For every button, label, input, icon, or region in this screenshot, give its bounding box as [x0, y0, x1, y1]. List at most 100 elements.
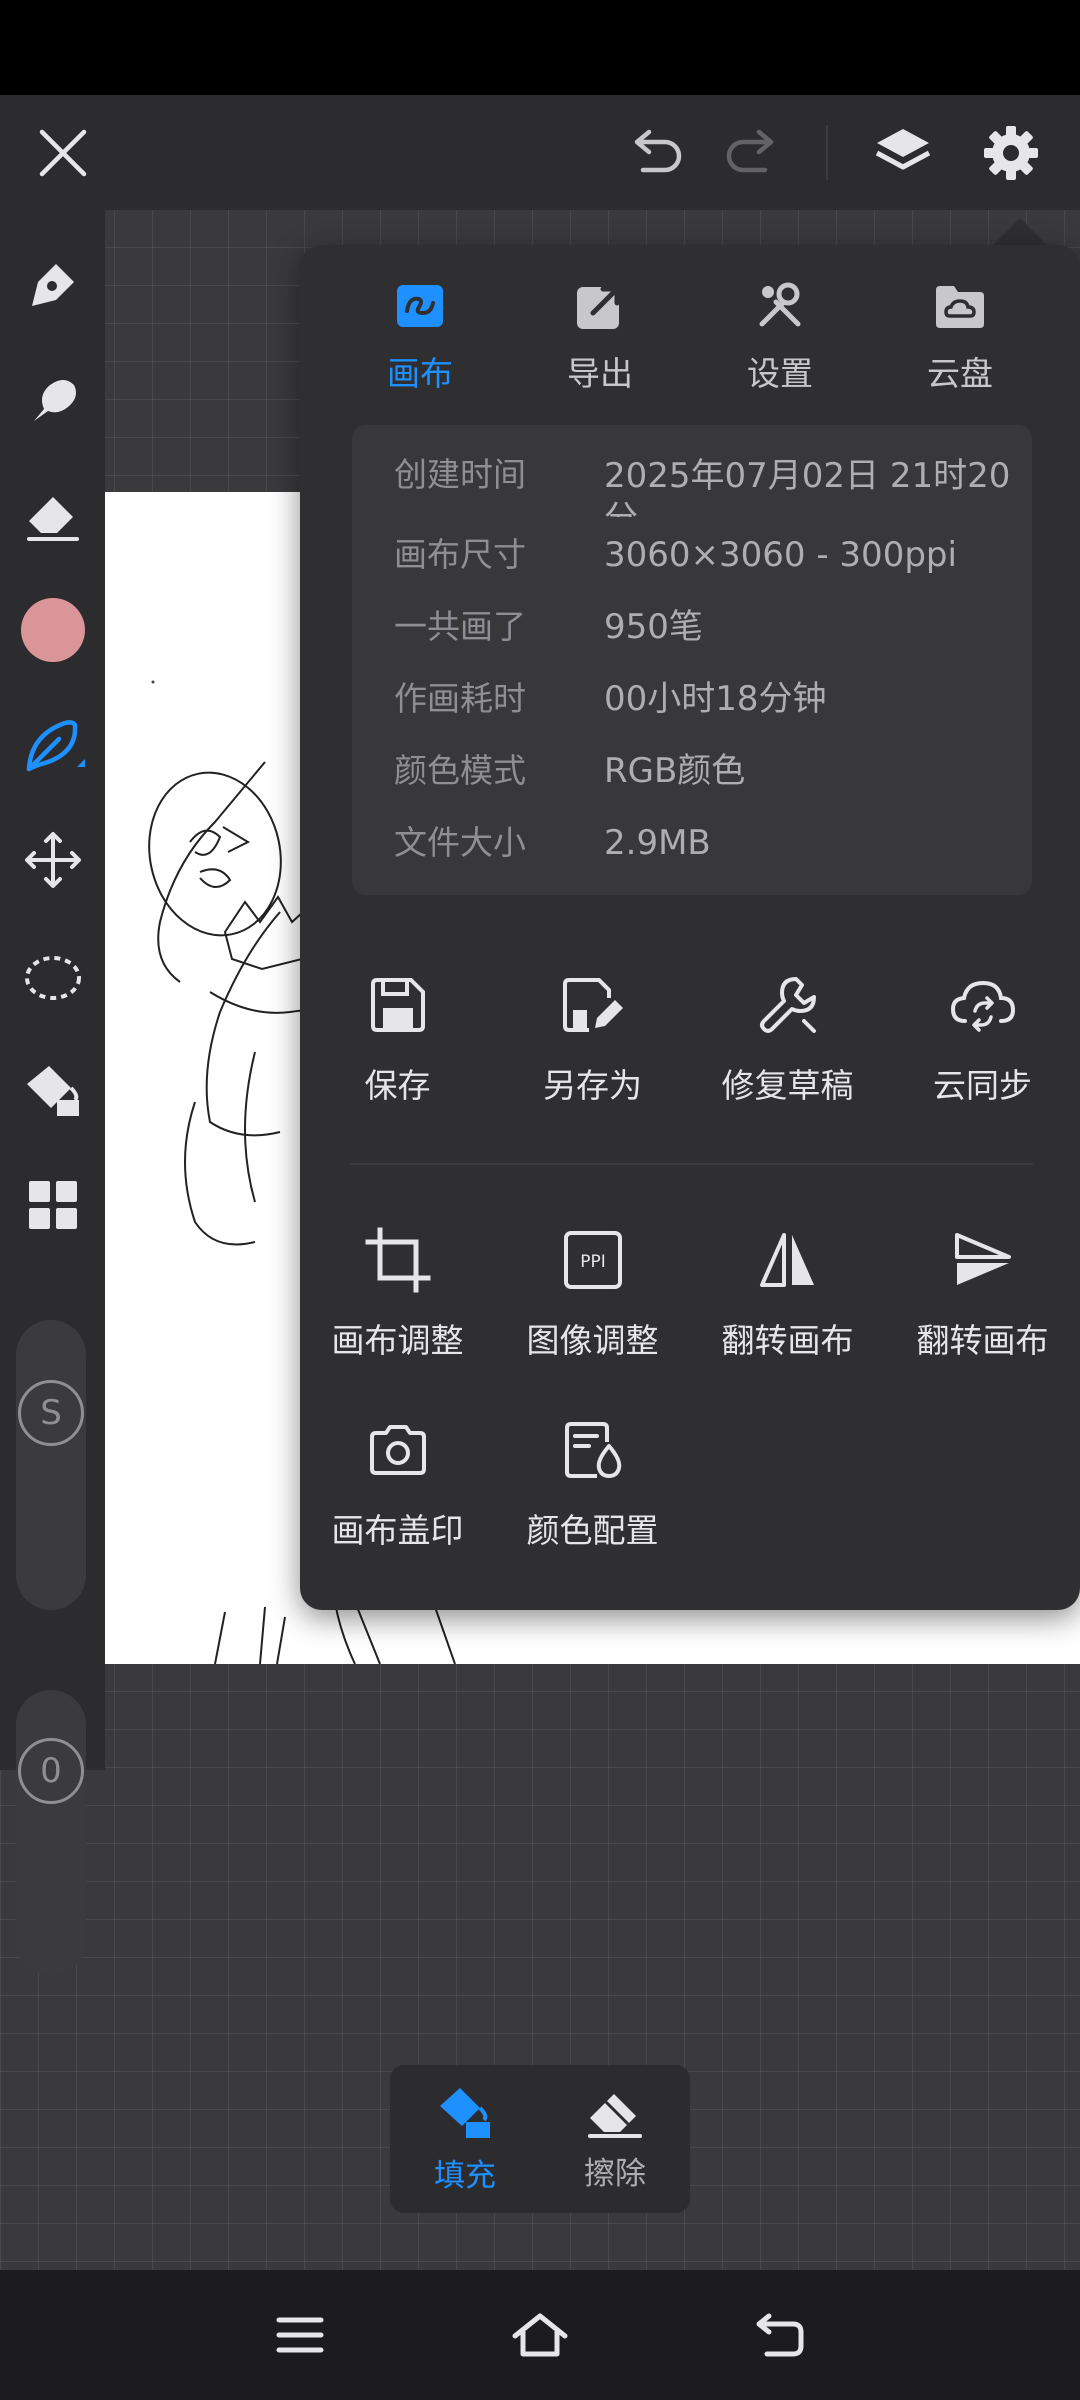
more-tools[interactable]	[0, 1155, 105, 1255]
home-icon	[512, 2313, 568, 2357]
settings-button[interactable]	[956, 95, 1066, 210]
tools-icon	[759, 282, 801, 327]
info-row-strokes: 一共画了 950笔	[394, 607, 1024, 679]
camera-icon	[369, 1425, 426, 1475]
back-icon	[756, 2313, 804, 2357]
flip-vertical-button[interactable]: 翻转画布	[885, 1220, 1080, 1370]
color-config-icon	[564, 1422, 621, 1478]
brush-size-label: S	[40, 1393, 62, 1433]
ppi-icon-text: PPI	[580, 1252, 606, 1272]
save-as-button[interactable]: 另存为	[495, 965, 690, 1115]
crop-icon	[365, 1227, 430, 1293]
fill-mode-button[interactable]: 填充	[390, 2065, 540, 2213]
flip-horizontal-label: 翻转画布	[721, 1321, 854, 1360]
color-config-label: 颜色配置	[526, 1511, 659, 1550]
opacity-knob[interactable]: 0	[18, 1738, 84, 1804]
cloud-sync-label: 云同步	[933, 1066, 1032, 1105]
brush-tool[interactable]	[0, 695, 105, 795]
info-value: 00小时18分钟	[604, 679, 827, 719]
left-toolbar: S 0	[0, 210, 105, 1975]
info-row-time: 作画耗时 00小时18分钟	[394, 679, 1024, 751]
brush-size-slider[interactable]	[16, 1320, 86, 1610]
top-bar	[0, 95, 1080, 210]
erase-mode-label: 擦除	[584, 2155, 646, 2192]
canvas-adjust-button[interactable]: 画布调整	[300, 1220, 495, 1370]
smudge-tool[interactable]	[0, 350, 105, 450]
color-picker[interactable]	[0, 580, 105, 680]
opacity-slider[interactable]	[16, 1690, 86, 1975]
current-color-swatch	[20, 598, 85, 662]
nav-home-button[interactable]	[475, 2270, 605, 2400]
topbar-divider	[826, 125, 828, 180]
repair-draft-button[interactable]: 修复草稿	[690, 965, 885, 1115]
undo-icon	[634, 129, 682, 172]
export-icon	[577, 286, 620, 329]
repair-draft-label: 修复草稿	[721, 1066, 854, 1105]
info-row-created: 创建时间 2025年07月02日 21时20分	[394, 455, 1024, 527]
canvas-stamp-button[interactable]: 画布盖印	[300, 1410, 495, 1560]
opacity-label: 0	[40, 1751, 62, 1791]
tab-export-label: 导出	[567, 354, 633, 393]
eraser-icon	[26, 497, 79, 541]
tab-cloud-drive[interactable]: 云盘	[875, 275, 1045, 395]
fill-tool[interactable]	[0, 1040, 105, 1140]
info-row-file-size: 文件大小 2.9MB	[394, 823, 1024, 895]
save-button[interactable]: 保存	[300, 965, 495, 1115]
erase-mode-button[interactable]: 擦除	[540, 2065, 690, 2213]
fill-mode-label: 填充	[434, 2157, 496, 2194]
info-key: 颜色模式	[394, 751, 526, 790]
tab-canvas[interactable]: 画布	[335, 275, 505, 395]
transform-tool[interactable]	[0, 810, 105, 910]
layers-icon	[875, 128, 931, 169]
info-key: 一共画了	[394, 607, 526, 646]
save-icon	[370, 978, 425, 1032]
info-value: RGB颜色	[604, 751, 746, 791]
wrench-icon	[759, 977, 816, 1033]
info-value: 2025年07月02日 21时20分	[604, 456, 1011, 517]
tab-export[interactable]: 导出	[515, 275, 685, 395]
tab-settings-label: 设置	[747, 354, 813, 393]
pen-tool[interactable]	[0, 235, 105, 335]
tab-settings[interactable]: 设置	[695, 275, 865, 395]
flip-horizontal-icon	[759, 1233, 814, 1287]
grid-apps-icon	[28, 1181, 77, 1229]
brush-size-knob[interactable]: S	[18, 1380, 84, 1446]
cloud-sync-icon	[950, 980, 1015, 1032]
pen-nib-icon	[31, 264, 74, 306]
info-row-color-mode: 颜色模式 RGB颜色	[394, 751, 1024, 823]
nav-back-button[interactable]	[715, 2270, 845, 2400]
tab-cloud-drive-label: 云盘	[927, 354, 993, 393]
image-adjust-label: 图像调整	[526, 1321, 659, 1360]
image-adjust-button[interactable]: PPI 图像调整	[495, 1220, 690, 1370]
info-value: 3060×3060 - 300ppi	[604, 535, 957, 575]
flip-vertical-icon	[954, 1233, 1011, 1285]
undo-button[interactable]	[600, 95, 710, 210]
flip-horizontal-button[interactable]: 翻转画布	[690, 1220, 885, 1370]
fill-erase-bar: 填充 擦除	[390, 2065, 690, 2213]
layers-button[interactable]	[848, 95, 958, 210]
info-row-size: 画布尺寸 3060×3060 - 300ppi	[394, 535, 1024, 607]
move-arrows-icon	[24, 832, 81, 888]
info-key: 创建时间	[394, 455, 526, 494]
tab-canvas-label: 画布	[387, 354, 453, 393]
nav-menu-button[interactable]	[235, 2270, 365, 2400]
canvas-stamp-label: 画布盖印	[331, 1511, 464, 1550]
menu-icon	[276, 2317, 324, 2353]
cloud-sync-button[interactable]: 云同步	[885, 965, 1080, 1115]
color-config-button[interactable]: 颜色配置	[495, 1410, 690, 1560]
cloud-drive-icon	[936, 286, 984, 328]
lasso-tool[interactable]	[0, 925, 105, 1025]
info-key: 画布尺寸	[394, 535, 526, 574]
info-key: 作画耗时	[394, 679, 526, 718]
canvas-adjust-label: 画布调整	[331, 1321, 464, 1360]
close-button[interactable]	[8, 95, 118, 210]
eraser-tool[interactable]	[0, 465, 105, 565]
canvas-menu-popup: 画布 导出 设置 云盘 创建时间 2025年07月02日 21时20 画布尺寸 …	[300, 245, 1080, 1610]
redo-button[interactable]	[698, 95, 808, 210]
lasso-icon	[24, 956, 81, 1000]
leaf-brush-icon	[26, 720, 85, 772]
save-label: 保存	[364, 1066, 431, 1105]
info-value: 950笔	[604, 607, 703, 647]
ppi-icon: PPI	[563, 1231, 622, 1289]
app-root: S 0 画布 导出 设置 云盘 创建时间 2025年07月02日 21时20 画…	[0, 0, 1080, 2400]
